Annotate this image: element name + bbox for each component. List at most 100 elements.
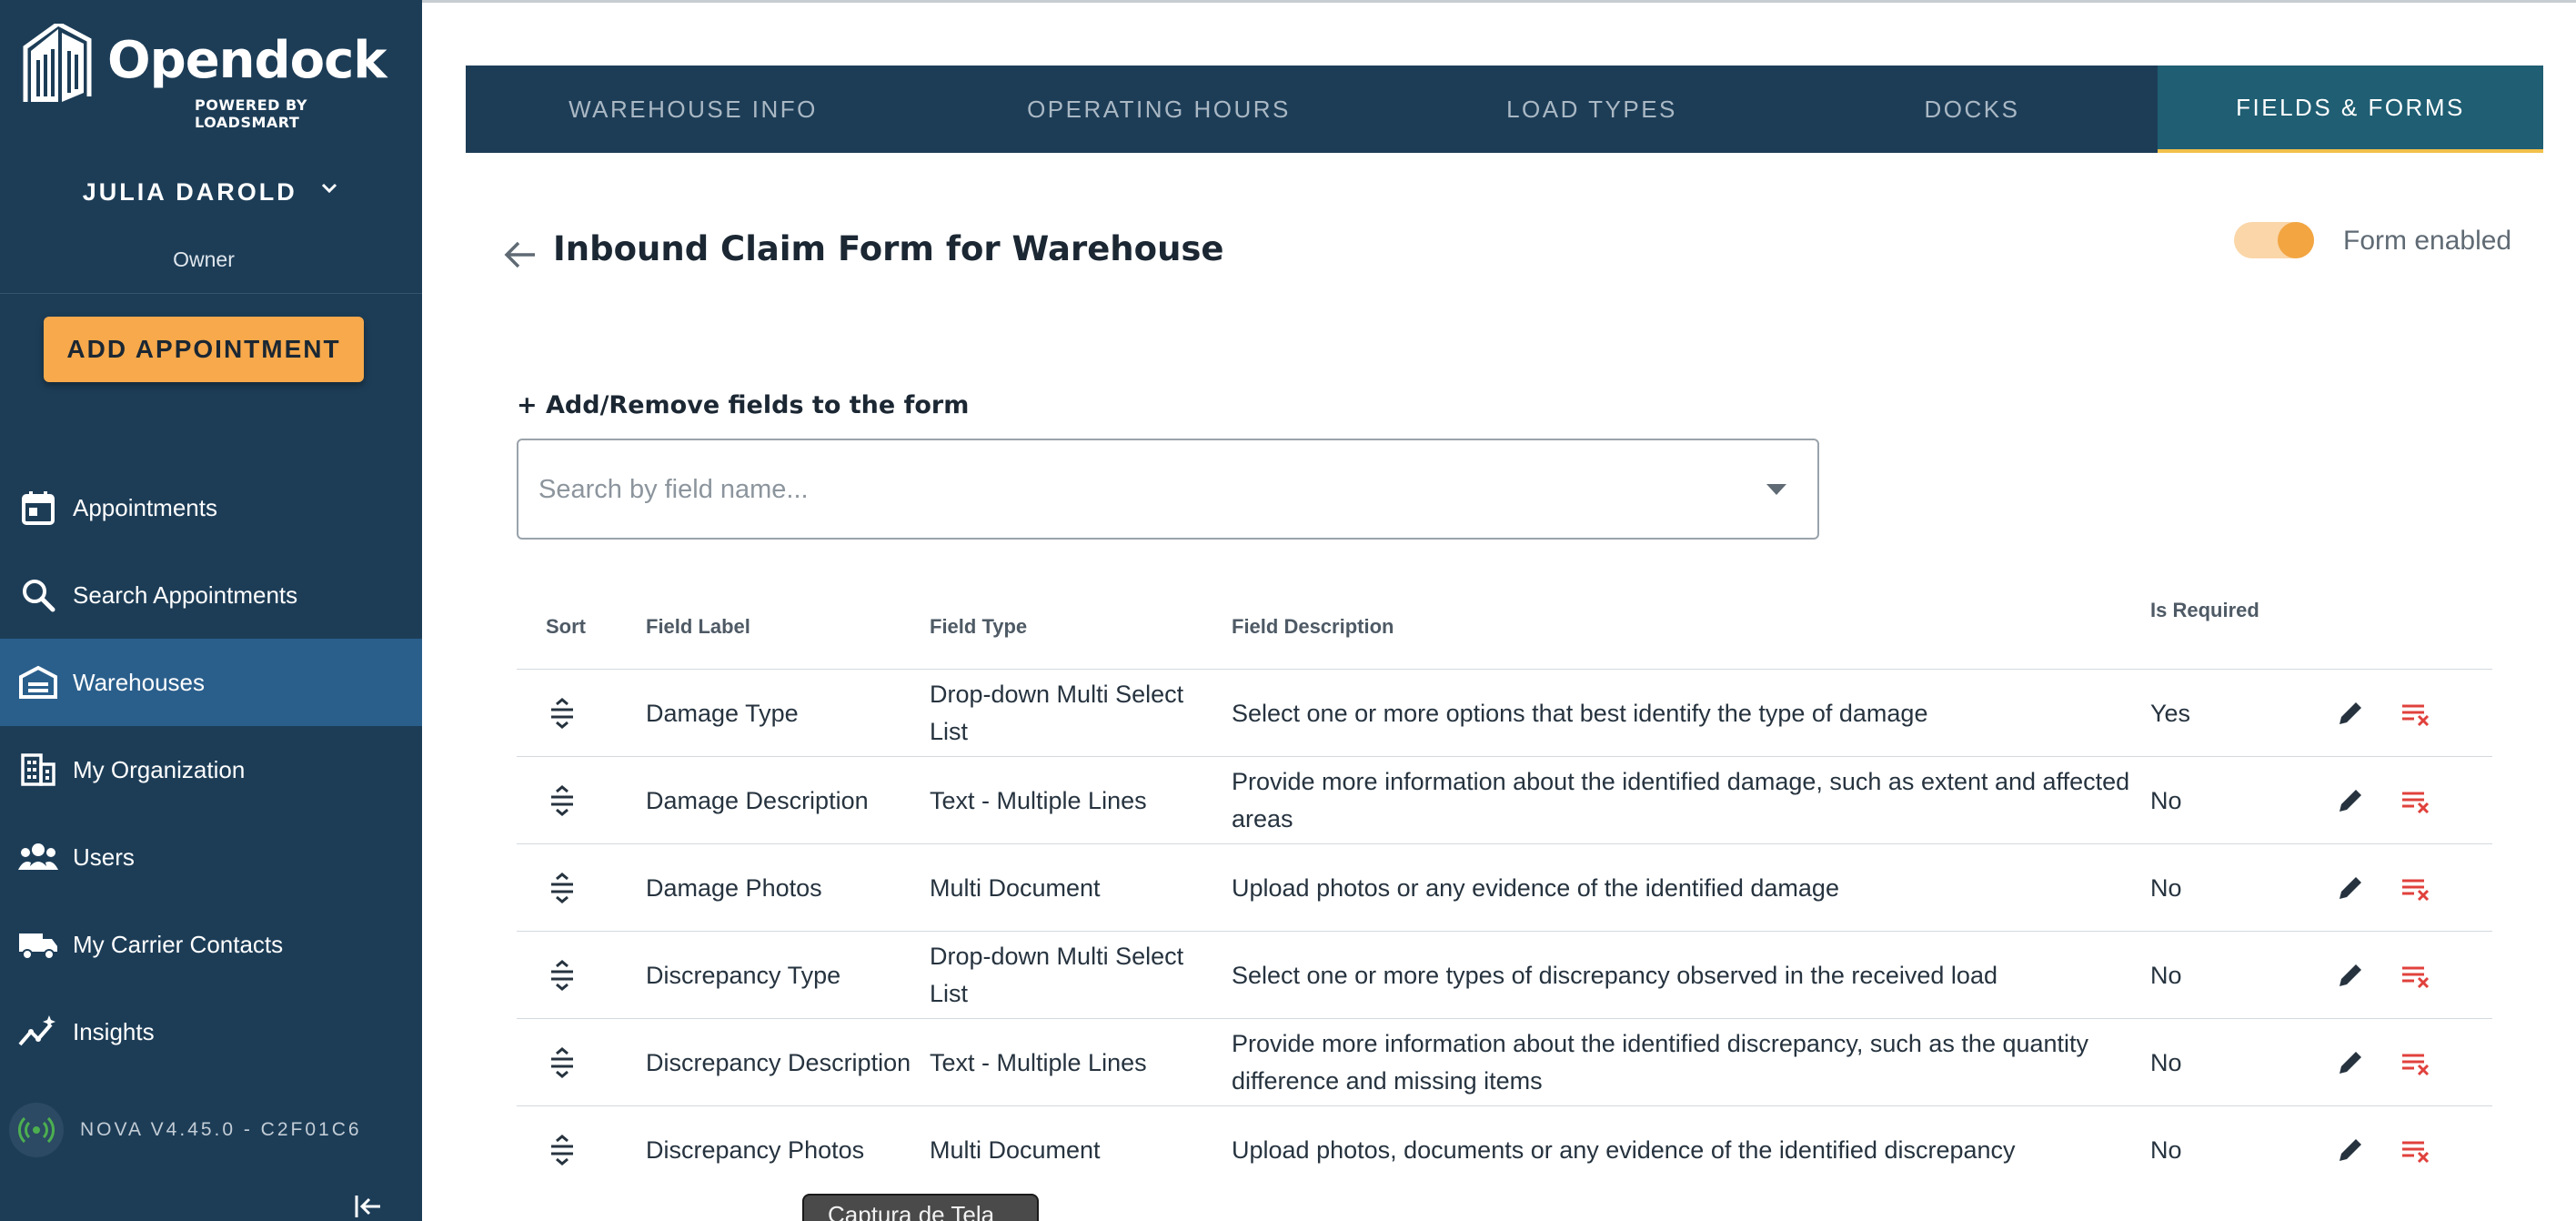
field-search-input[interactable] [538,466,1721,513]
user-name: JULIA DAROLD [82,178,297,206]
field-type: Drop-down Multi Select List [930,943,1184,1007]
field-description: Provide more information about the ident… [1232,768,2130,832]
drag-handle-icon[interactable] [546,670,600,757]
remove-field-icon[interactable] [2400,1106,2436,1194]
field-description: Select one or more types of discrepancy … [1232,961,1997,989]
building-icon [18,750,58,790]
field-required: No [2150,1135,2182,1164]
search-icon [18,575,58,615]
table-row: Discrepancy Description Text - Multiple … [517,1019,2492,1106]
sidebar-item-search-appointments[interactable]: Search Appointments [0,551,422,639]
field-type: Text - Multiple Lines [930,1048,1147,1076]
sidebar-item-label: Warehouses [73,668,205,696]
remove-field-icon[interactable] [2400,1019,2436,1106]
field-type: Multi Document [930,873,1101,902]
warehouse-icon [18,662,58,702]
sidebar-item-my-organization[interactable]: My Organization [0,726,422,813]
field-description: Upload photos, documents or any evidence… [1232,1135,2016,1164]
header-field-label: Field Label [646,615,750,638]
drag-handle-icon[interactable] [546,1019,600,1106]
remove-field-icon[interactable] [2400,844,2436,932]
page-title: Inbound Claim Form for Warehouse [553,229,1224,268]
brand-logo[interactable]: Opendock POWERED BY LOADSMART [20,24,402,131]
tab-warehouse-info[interactable]: WAREHOUSE INFO [466,66,921,153]
insights-icon [18,1012,58,1052]
field-type: Drop-down Multi Select List [930,681,1184,745]
header-field-description: Field Description [1232,615,1394,638]
field-label: Damage Description [646,786,869,814]
edit-icon[interactable] [2334,1106,2367,1194]
fields-table: Sort Field Label Field Type Field Descri… [517,582,2492,1194]
calendar-icon [18,488,58,528]
field-label: Discrepancy Type [646,961,841,989]
collapse-sidebar-icon[interactable] [353,1192,382,1221]
screenshot-tooltip: Captura de Tela [802,1194,1039,1221]
field-label: Discrepancy Photos [646,1135,865,1164]
table-row: Discrepancy Photos Multi Document Upload… [517,1106,2492,1194]
field-required: Yes [2150,699,2191,727]
edit-icon[interactable] [2334,844,2367,932]
remove-field-icon[interactable] [2400,670,2436,757]
sidebar: Opendock POWERED BY LOADSMART JULIA DARO… [0,0,422,1221]
tab-operating-hours[interactable]: OPERATING HOURS [921,66,1397,153]
form-enabled-toggle[interactable] [2234,218,2314,258]
brand-tagline: POWERED BY LOADSMART [195,96,307,131]
form-enabled-label: Form enabled [2343,226,2512,256]
sidebar-item-label: My Carrier Contacts [73,930,284,958]
sidebar-item-label: Search Appointments [73,580,298,609]
edit-icon[interactable] [2334,757,2367,844]
table-row: Damage Photos Multi Document Upload phot… [517,844,2492,932]
field-required: No [2150,873,2182,902]
sidebar-nav: Appointments Search Appointments Warehou… [0,464,422,1075]
tab-fields-and-forms[interactable]: FIELDS & FORMS [2158,66,2543,153]
remove-field-icon[interactable] [2400,757,2436,844]
field-description: Upload photos or any evidence of the ide… [1232,873,1839,902]
table-row: Damage Description Text - Multiple Lines… [517,757,2492,844]
field-type: Multi Document [930,1135,1101,1164]
edit-icon[interactable] [2334,932,2367,1019]
version-indicator: NOVA V4.45.0 - C2F01C6 [9,1103,362,1157]
add-appointment-button[interactable]: ADD APPOINTMENT [44,317,364,382]
sidebar-item-users[interactable]: Users [0,813,422,901]
edit-icon[interactable] [2334,670,2367,757]
truck-icon [18,924,58,964]
sidebar-item-label: Appointments [73,493,217,521]
field-label: Discrepancy Description [646,1048,911,1076]
toggle-knob [2278,222,2314,258]
field-label: Damage Type [646,699,799,727]
sidebar-divider [0,293,422,294]
field-description: Provide more information about the ident… [1232,1030,2089,1095]
drag-handle-icon[interactable] [546,1106,600,1194]
table-row: Discrepancy Type Drop-down Multi Select … [517,932,2492,1019]
field-description: Select one or more options that best ide… [1232,699,1928,727]
header-is-required: Is Required [2150,599,2259,621]
sidebar-item-appointments[interactable]: Appointments [0,464,422,551]
field-required: No [2150,1048,2182,1076]
tab-docks[interactable]: DOCKS [1786,66,2158,153]
drag-handle-icon[interactable] [546,932,600,1019]
brand-name: Opendock [107,31,387,90]
field-type: Text - Multiple Lines [930,786,1147,814]
drag-handle-icon[interactable] [546,844,600,932]
tab-load-types[interactable]: LOAD TYPES [1397,66,1786,153]
sidebar-item-warehouses[interactable]: Warehouses [0,639,422,726]
sidebar-item-insights[interactable]: Insights [0,988,422,1075]
table-row: Damage Type Drop-down Multi Select List … [517,670,2492,757]
broadcast-icon [9,1103,64,1157]
field-label: Damage Photos [646,873,822,902]
edit-icon[interactable] [2334,1019,2367,1106]
user-role: Owner [173,247,235,271]
header-field-type: Field Type [930,615,1028,638]
field-search-select[interactable] [517,439,1819,540]
dropdown-caret-icon[interactable] [1766,484,1786,495]
field-required: No [2150,786,2182,814]
sidebar-item-my-carrier-contacts[interactable]: My Carrier Contacts [0,901,422,988]
user-menu[interactable]: JULIA DAROLD [0,178,422,207]
users-icon [18,837,58,877]
remove-field-icon[interactable] [2400,932,2436,1019]
top-border [422,0,2576,3]
back-arrow-icon[interactable] [502,238,538,271]
opendock-logo-icon [23,24,92,102]
sidebar-item-label: My Organization [73,755,246,783]
drag-handle-icon[interactable] [546,757,600,844]
